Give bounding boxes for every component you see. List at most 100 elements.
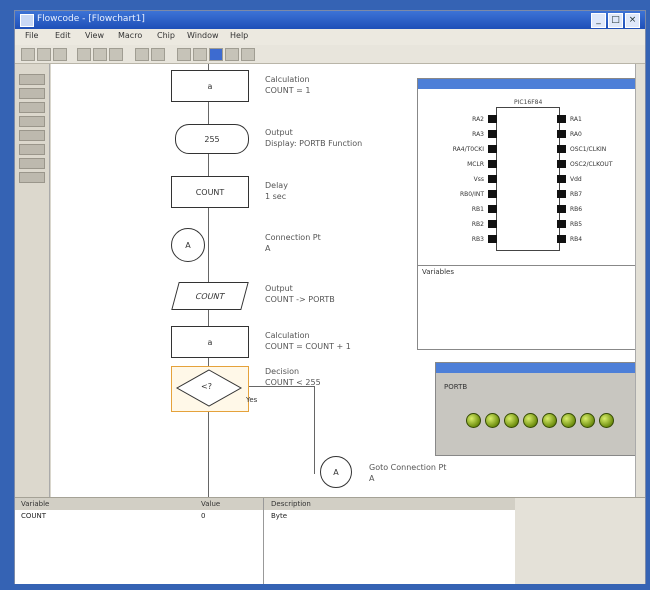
menu-bar: File Edit View Macro Chip Window Help [15, 29, 645, 45]
flowchart-canvas[interactable]: a Calculation COUNT = 1 255 Output Displ… [51, 64, 644, 504]
chip-pin-right[interactable] [557, 220, 566, 228]
block-title: Output [265, 128, 293, 137]
chip-pin-left[interactable] [488, 205, 497, 213]
chip-pin-left[interactable] [488, 220, 497, 228]
delay-tool-icon[interactable] [19, 102, 45, 113]
compile-icon[interactable] [177, 48, 191, 61]
copy-icon[interactable] [93, 48, 107, 61]
block-detail: 1 sec [265, 192, 287, 201]
chip-pin-right[interactable] [557, 175, 566, 183]
menu-file[interactable]: File [25, 31, 38, 40]
chip-pin-label: MCLR [467, 161, 484, 168]
decision-tool-icon[interactable] [19, 116, 45, 127]
vertical-scrollbar[interactable] [635, 64, 645, 504]
chip-pin-right[interactable] [557, 130, 566, 138]
chip-body [496, 107, 560, 251]
chip-pin-left[interactable] [488, 115, 497, 123]
chip-pin-left[interactable] [488, 160, 497, 168]
table-cell[interactable]: 0 [201, 512, 205, 520]
table-cell[interactable]: COUNT [21, 512, 46, 520]
block-description: Goto Connection Pt A [369, 462, 446, 484]
connection-point[interactable]: A [171, 228, 205, 262]
close-button[interactable]: × [625, 13, 640, 28]
redo-icon[interactable] [151, 48, 165, 61]
decision-label: <? [201, 382, 212, 391]
goto-connection-point[interactable]: A [320, 456, 352, 488]
chip-pin-right[interactable] [557, 145, 566, 153]
block-detail: COUNT = 1 [265, 86, 311, 95]
chip-pin-label: Vdd [570, 176, 582, 183]
led-indicator [561, 413, 576, 428]
calculation-tool-icon[interactable] [19, 158, 45, 169]
paste-icon[interactable] [109, 48, 123, 61]
menu-macro[interactable]: Macro [118, 31, 142, 40]
chip-pin-right[interactable] [557, 115, 566, 123]
table-cell[interactable]: Byte [271, 512, 287, 520]
chip-pin-left[interactable] [488, 175, 497, 183]
menu-chip[interactable]: Chip [157, 31, 175, 40]
step-icon[interactable] [209, 48, 223, 61]
block-description: Delay 1 sec [265, 180, 288, 202]
menu-window[interactable]: Window [187, 31, 219, 40]
block-description: Decision COUNT < 255 [265, 366, 321, 388]
minimize-button[interactable]: _ [591, 13, 606, 28]
connection-tool-icon[interactable] [19, 172, 45, 183]
delay-block[interactable]: COUNT [171, 176, 249, 208]
chip-pin-label: RB0/INT [459, 191, 484, 198]
chip-pin-label: RB4 [570, 236, 583, 243]
maximize-button[interactable]: □ [608, 13, 623, 28]
cut-icon[interactable] [77, 48, 91, 61]
block-detail: A [265, 244, 271, 253]
chip-panel[interactable]: PIC16F84 RA2 RA1 RA3 RA0 RA4/T0CKI OSC1/CLKIN… [417, 78, 644, 350]
open-icon[interactable] [37, 48, 51, 61]
save-icon[interactable] [53, 48, 67, 61]
variables-label: Variables [422, 268, 454, 276]
chip-pin-right[interactable] [557, 235, 566, 243]
chip-pin-left[interactable] [488, 145, 497, 153]
flow-line [314, 386, 315, 474]
chip-pin-label: RB6 [570, 206, 583, 213]
column-header[interactable]: Value [201, 500, 220, 508]
led-indicator [504, 413, 519, 428]
column-header[interactable]: Description [271, 500, 311, 508]
block-title: Output [265, 284, 293, 293]
column-header[interactable]: Variable [21, 500, 49, 508]
stop-icon[interactable] [241, 48, 255, 61]
chip-pin-right[interactable] [557, 160, 566, 168]
led-port-label: PORTB [444, 383, 468, 391]
calculation-block[interactable]: a [171, 70, 249, 102]
menu-edit[interactable]: Edit [55, 31, 71, 40]
chip-pin-right[interactable] [557, 205, 566, 213]
loop-tool-icon[interactable] [19, 130, 45, 141]
led-panel[interactable]: PORTB [435, 362, 643, 456]
block-description: Connection Pt A [265, 232, 321, 254]
chip-pin-right[interactable] [557, 190, 566, 198]
led-indicator [599, 413, 614, 428]
variables-table: Variable Value Description COUNT 0 Byte [15, 497, 645, 584]
led-indicator [523, 413, 538, 428]
calculation-block[interactable]: a [171, 326, 249, 358]
input-tool-icon[interactable] [19, 74, 45, 85]
chip-pin-label: RA1 [570, 116, 582, 123]
undo-icon[interactable] [135, 48, 149, 61]
chip-pin-left[interactable] [488, 130, 497, 138]
chip-pin-label: OSC1/CLKIN [570, 146, 607, 153]
chip-pin-left[interactable] [488, 190, 497, 198]
new-icon[interactable] [21, 48, 35, 61]
chip-pin-label: RA2 [472, 116, 484, 123]
app-icon [20, 14, 34, 27]
output-block[interactable]: 255 [175, 124, 249, 154]
pause-icon[interactable] [225, 48, 239, 61]
window-title: Flowcode - [Flowchart1] [37, 14, 145, 24]
chip-pin-left[interactable] [488, 235, 497, 243]
run-icon[interactable] [193, 48, 207, 61]
chip-pin-label: OSC2/CLKOUT [570, 161, 613, 168]
output-block[interactable]: COUNT [171, 282, 249, 310]
menu-view[interactable]: View [85, 31, 104, 40]
icon-toolbar [15, 64, 50, 504]
output-tool-icon[interactable] [19, 88, 45, 99]
macro-tool-icon[interactable] [19, 144, 45, 155]
block-detail: A [369, 474, 375, 483]
panel-divider [418, 265, 643, 266]
menu-help[interactable]: Help [230, 31, 248, 40]
